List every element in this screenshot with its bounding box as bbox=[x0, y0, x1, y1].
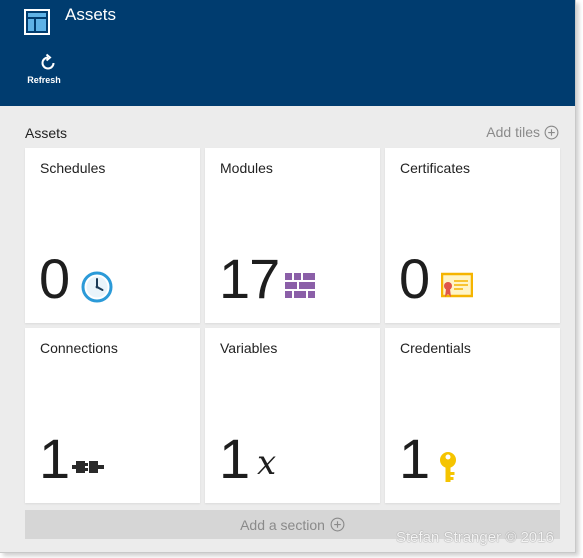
tile-title: Credentials bbox=[400, 340, 471, 356]
key-icon bbox=[440, 452, 456, 482]
tile-certificates[interactable]: Certificates 0 bbox=[385, 148, 560, 323]
tile-title: Certificates bbox=[400, 160, 471, 176]
tile-title: Connections bbox=[40, 340, 118, 356]
tile-credentials[interactable]: Credentials 1 bbox=[385, 328, 560, 503]
certificate-icon bbox=[441, 272, 473, 298]
assets-blade: Assets Refresh Assets Add tiles Schedule… bbox=[0, 0, 576, 553]
tile-connections[interactable]: Connections 1 bbox=[25, 328, 200, 503]
add-tiles-label: Add tiles bbox=[486, 124, 540, 140]
tile-title: Modules bbox=[220, 160, 273, 176]
tile-variables[interactable]: Variables 1 x bbox=[205, 328, 380, 503]
tile-count: 0 bbox=[399, 247, 430, 310]
tile-title: Schedules bbox=[40, 160, 106, 176]
svg-text:x: x bbox=[257, 444, 276, 480]
add-tiles-button[interactable]: Add tiles bbox=[486, 124, 559, 140]
clock-icon bbox=[81, 271, 113, 303]
blade-title: Assets bbox=[65, 5, 117, 24]
tile-modules[interactable]: Modules 17 bbox=[205, 148, 380, 323]
tile-title: Variables bbox=[220, 340, 278, 356]
tile-count: 1 bbox=[219, 427, 250, 490]
tile-count: 1 bbox=[399, 427, 430, 490]
refresh-icon bbox=[41, 53, 55, 70]
tile-schedules[interactable]: Schedules 0 bbox=[25, 148, 200, 323]
variable-x-icon: x bbox=[257, 444, 276, 480]
section-title: Assets bbox=[25, 125, 68, 141]
add-section-label: Add a section bbox=[240, 516, 325, 533]
add-circle-icon bbox=[544, 125, 559, 139]
blade-header: Assets Refresh bbox=[0, 0, 575, 106]
tile-count: 0 bbox=[39, 247, 70, 310]
add-circle-icon bbox=[330, 517, 345, 532]
tile-count: 17 bbox=[219, 247, 280, 310]
refresh-button[interactable]: Refresh bbox=[27, 53, 68, 85]
blade-icon bbox=[24, 9, 50, 35]
tile-count: 1 bbox=[39, 427, 70, 490]
watermark: Stefan Stranger © 2016 bbox=[396, 529, 554, 546]
modules-icon bbox=[285, 273, 315, 298]
refresh-label: Refresh bbox=[27, 75, 61, 85]
connection-icon bbox=[72, 461, 104, 473]
